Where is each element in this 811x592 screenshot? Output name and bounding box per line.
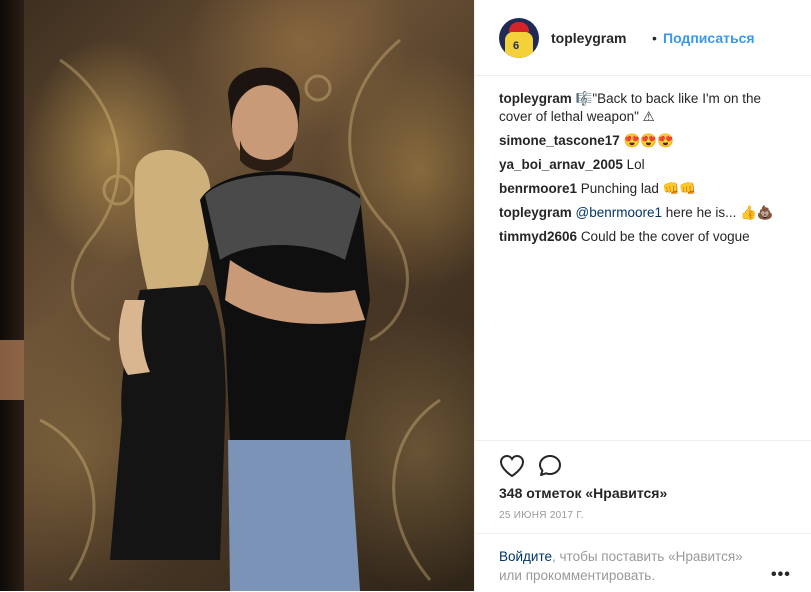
comment-username[interactable]: benrmoore1 [499,181,577,196]
comment-username[interactable]: simone_tascone17 [499,133,620,148]
man-figure [200,67,370,591]
post-photo[interactable] [0,0,474,591]
header-username[interactable]: topleygram [551,30,626,46]
list-item: topleygram @benrmoore1 here he is... 👍💩 [499,204,789,222]
login-link[interactable]: Войдите [499,549,552,564]
login-text: Войдите, чтобы поставить «Нравится» или … [499,547,759,585]
post-date[interactable]: 25 ИЮНЯ 2017 Г. [499,510,584,521]
list-item: topleygram 🎼"Back to back like I'm on th… [499,90,789,126]
comment-text: Punching lad 👊👊 [580,181,697,196]
comment-username[interactable]: topleygram [499,205,572,220]
list-item: benrmoore1 Punching lad 👊👊 [499,180,789,198]
comment-username[interactable]: ya_boi_arnav_2005 [499,157,623,172]
comment-bubble-icon[interactable] [537,453,563,479]
action-bar [475,440,811,478]
comment-mention[interactable]: @benrmoore1 [576,205,663,220]
heart-icon[interactable] [499,454,525,478]
list-item: ya_boi_arnav_2005 Lol [499,156,789,174]
comment-username[interactable]: topleygram [499,91,572,106]
more-options-button[interactable]: ••• [771,566,791,584]
avatar-jersey-number: 6 [513,40,520,52]
login-prompt: Войдите, чтобы поставить «Нравится» или … [475,533,811,592]
follow-button[interactable]: Подписаться [663,30,755,46]
list-item: simone_tascone17 😍😍😍 [499,132,789,150]
comment-text: Could be the cover of vogue [580,229,750,244]
comment-text: here he is... 👍💩 [662,205,774,220]
likes-count[interactable]: 348 отметок «Нравится» [499,485,667,501]
comment-text: 😍😍😍 [623,133,675,148]
comment-username[interactable]: timmyd2606 [499,229,577,244]
header-separator: • [652,30,657,46]
post-header: 6 topleygram • Подписаться [475,0,811,76]
photo-scene [39,38,441,591]
post-sidebar: 6 topleygram • Подписаться topleygram 🎼"… [474,0,811,591]
comments-list: topleygram 🎼"Back to back like I'm on th… [499,90,789,252]
avatar[interactable]: 6 [499,18,539,58]
list-item: timmyd2606 Could be the cover of vogue [499,228,789,246]
comment-text: Lol [626,157,645,172]
